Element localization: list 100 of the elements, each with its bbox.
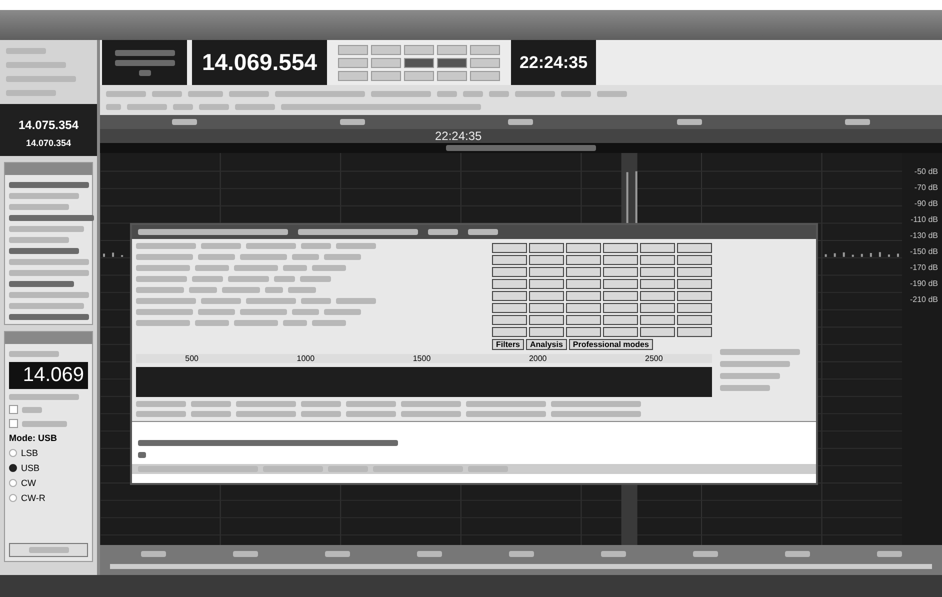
blurred-text	[720, 361, 790, 367]
blurred-text	[515, 90, 555, 96]
blurred-text	[340, 119, 366, 125]
blurred-text	[301, 401, 341, 407]
radio-button[interactable]	[9, 449, 17, 457]
blurred-text	[28, 547, 68, 553]
blurred-text	[136, 265, 190, 271]
blurred-text	[401, 411, 461, 417]
macro-button[interactable]: Analysis	[526, 339, 567, 350]
blurred-text	[106, 104, 121, 110]
radio-button[interactable]	[9, 464, 17, 472]
spectrum-time: 22:24:35	[100, 129, 942, 143]
frequency-tick: 1000	[296, 354, 315, 363]
blurred-text	[597, 90, 627, 96]
blurred-text	[6, 90, 56, 96]
blurred-text	[9, 351, 59, 357]
blurred-text	[234, 265, 278, 271]
clock-display: 22:24:35	[511, 40, 596, 85]
blurred-text	[6, 62, 66, 68]
macro-button[interactable]: Filters	[492, 339, 524, 350]
blurred-text	[324, 309, 361, 315]
blurred-text	[274, 276, 295, 282]
mode-option[interactable]: CW	[21, 478, 36, 488]
scale-label: -170 dB	[908, 263, 938, 272]
mode-option[interactable]: USB	[21, 463, 40, 473]
blurred-text	[199, 104, 229, 110]
radio-button[interactable]	[9, 479, 17, 487]
blurred-text	[191, 411, 231, 417]
blurred-text	[692, 550, 718, 557]
frequency-text: 14.070.354	[26, 138, 72, 148]
blurred-text	[236, 411, 296, 417]
blurred-text	[9, 237, 69, 243]
scale-label: -110 dB	[910, 215, 938, 224]
radio-button[interactable]	[9, 494, 17, 502]
panel-button[interactable]	[9, 543, 88, 557]
blurred-text	[195, 320, 229, 326]
blurred-text	[876, 550, 902, 557]
mode-option[interactable]: LSB	[21, 448, 38, 458]
blurred-text	[114, 60, 174, 66]
blurred-text	[9, 193, 79, 199]
blurred-text	[234, 320, 278, 326]
blurred-text	[240, 254, 287, 260]
blurred-text	[173, 104, 193, 110]
blurred-text	[720, 373, 780, 379]
frequency-tick: 2000	[528, 354, 547, 363]
blurred-text	[136, 254, 193, 260]
blurred-text	[283, 265, 307, 271]
blurred-text	[416, 550, 442, 557]
scale-label: -90 dB	[913, 199, 938, 208]
blurred-text	[138, 452, 146, 458]
blurred-text	[198, 309, 235, 315]
blurred-text	[136, 276, 187, 282]
blurred-text	[140, 550, 166, 557]
blurred-text	[301, 243, 331, 249]
blurred-text	[229, 90, 269, 96]
blurred-text	[138, 70, 150, 76]
mode-label: Mode: USB	[9, 433, 58, 443]
checkbox[interactable]	[9, 419, 18, 428]
blurred-text	[346, 411, 396, 417]
blurred-text	[508, 550, 534, 557]
blurred-text	[292, 309, 319, 315]
blurred-text	[371, 90, 431, 96]
blurred-text	[324, 254, 361, 260]
blurred-text	[222, 287, 260, 293]
blurred-text	[468, 229, 498, 235]
blurred-text	[600, 550, 626, 557]
blurred-text	[191, 401, 231, 407]
blurred-text	[136, 287, 184, 293]
blurred-text	[9, 281, 74, 287]
blurred-text	[195, 265, 229, 271]
blurred-text	[720, 385, 770, 391]
blurred-text	[489, 90, 509, 96]
blurred-text	[312, 265, 346, 271]
blurred-text	[9, 204, 69, 210]
blurred-text	[292, 254, 319, 260]
blurred-text	[136, 401, 186, 407]
frequency-tick: 2500	[645, 354, 663, 363]
blurred-text	[246, 298, 296, 304]
macro-button[interactable]: Professional modes	[568, 339, 653, 350]
blurred-text	[6, 76, 76, 82]
blurred-text	[240, 309, 287, 315]
blurred-text	[136, 243, 196, 249]
blurred-text	[136, 411, 186, 417]
blurred-text	[246, 243, 296, 249]
frequency-text: 14.075.354	[18, 118, 79, 132]
blurred-text	[22, 420, 67, 426]
mode-option[interactable]: CW-R	[21, 493, 46, 503]
blurred-text	[301, 411, 341, 417]
blurred-text	[201, 243, 241, 249]
blurred-text	[676, 119, 702, 125]
main-frequency: 14.069.554	[192, 40, 327, 85]
blurred-text	[201, 298, 241, 304]
blurred-text	[301, 298, 331, 304]
blurred-text	[22, 406, 42, 412]
blurred-text	[136, 309, 193, 315]
scroll-bar[interactable]	[110, 564, 932, 570]
blurred-text	[437, 90, 457, 96]
blurred-text	[114, 50, 174, 56]
macro-buttons-drawing[interactable]	[492, 243, 712, 337]
checkbox[interactable]	[9, 405, 18, 414]
